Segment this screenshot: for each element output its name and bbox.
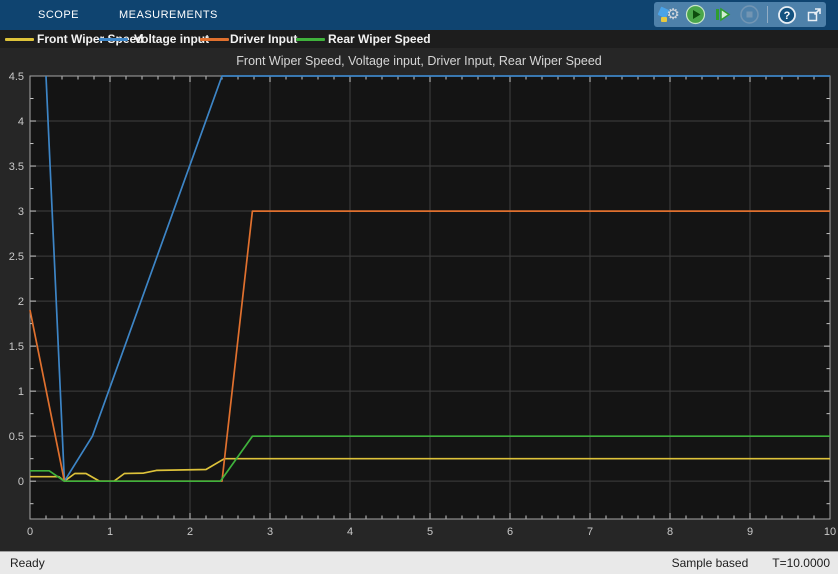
run-button[interactable] (684, 4, 708, 26)
tab-measurements[interactable]: MEASUREMENTS (119, 0, 218, 30)
legend-swatch (5, 38, 34, 41)
svg-text:3.5: 3.5 (9, 161, 24, 173)
svg-text:1.5: 1.5 (9, 341, 24, 353)
svg-text:5: 5 (427, 526, 433, 538)
svg-text:1: 1 (107, 526, 113, 538)
status-bar: Ready Sample based T=10.0000 (0, 551, 838, 574)
svg-text:6: 6 (507, 526, 513, 538)
help-button[interactable]: ? (775, 4, 799, 26)
toolbar-panel: ⚙ ? (654, 2, 826, 27)
svg-text:0: 0 (18, 476, 24, 488)
status-sim-time: T=10.0000 (772, 556, 830, 570)
toolbar-divider (767, 6, 769, 23)
svg-text:3: 3 (267, 526, 273, 538)
step-forward-icon (716, 7, 731, 22)
svg-text:2: 2 (18, 296, 24, 308)
help-icon: ? (778, 5, 797, 24)
svg-text:0: 0 (27, 526, 33, 538)
svg-text:1: 1 (18, 386, 24, 398)
legend-bar: Front Wiper Speed Voltage input Driver Inp… (0, 30, 838, 48)
legend-label: Voltage input (134, 32, 210, 46)
tab-bar: SCOPE MEASUREMENTS ⚙ ? (0, 0, 838, 30)
legend-label: Driver Input (230, 32, 298, 46)
svg-text:8: 8 (667, 526, 673, 538)
svg-text:4: 4 (347, 526, 353, 538)
svg-text:7: 7 (587, 526, 593, 538)
svg-text:2: 2 (187, 526, 193, 538)
play-icon (686, 4, 706, 25)
status-ready: Ready (10, 556, 45, 570)
settings-icon[interactable]: ⚙ (657, 4, 681, 26)
stop-button (737, 4, 761, 26)
dock-icon (807, 8, 821, 22)
svg-text:2.5: 2.5 (9, 251, 24, 263)
step-forward-button[interactable] (711, 4, 735, 26)
status-sample-mode: Sample based (671, 556, 749, 570)
tab-scope[interactable]: SCOPE (38, 0, 79, 30)
svg-text:0.5: 0.5 (9, 431, 24, 443)
legend-swatch (99, 38, 128, 41)
svg-text:3: 3 (18, 206, 24, 218)
scope-window: SCOPE MEASUREMENTS ⚙ ? Front Wiper Speed… (0, 0, 838, 574)
scope-plot-canvas[interactable]: 0 1 2 3 4 5 6 7 8 9 10 0 0.5 1 1.5 2 2.5 3 3.5 4 4.5 (0, 48, 838, 551)
svg-text:4: 4 (18, 116, 24, 128)
svg-text:10: 10 (824, 526, 836, 538)
legend-label: Rear Wiper Speed (328, 32, 431, 46)
legend-swatch (200, 38, 229, 41)
svg-text:4.5: 4.5 (9, 71, 24, 83)
svg-text:9: 9 (747, 526, 753, 538)
gear-icon: ⚙ (666, 5, 680, 23)
svg-text:?: ? (784, 10, 791, 22)
stop-icon (740, 5, 759, 24)
dock-button[interactable] (802, 4, 826, 26)
legend-swatch (296, 38, 325, 41)
plot-panel: Front Wiper Speed, Voltage input, Driver… (0, 48, 838, 551)
